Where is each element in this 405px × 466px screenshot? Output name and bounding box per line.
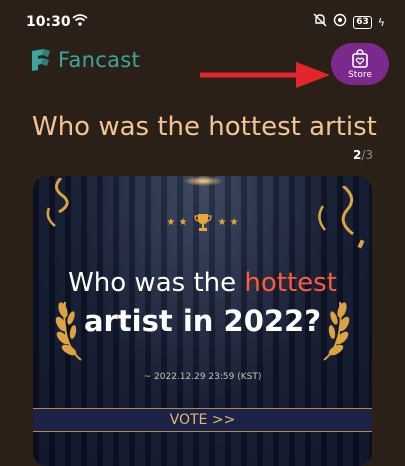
laurel-right-icon bbox=[323, 301, 350, 361]
data-saver-icon bbox=[333, 13, 347, 31]
status-icons: 63 ϟ bbox=[313, 13, 385, 31]
page-total: /3 bbox=[361, 148, 373, 162]
wifi-icon bbox=[72, 13, 88, 31]
trophy-row: ★ ★ ★ ★ bbox=[33, 212, 372, 232]
poll-banner-card[interactable]: ★ ★ ★ ★ Who was the hottest artist in 20… bbox=[33, 176, 372, 466]
mute-icon bbox=[313, 13, 327, 31]
battery-indicator: 63 bbox=[353, 15, 372, 29]
charging-icon: ϟ bbox=[377, 15, 385, 29]
fancast-logo-icon bbox=[32, 49, 50, 71]
star-icon: ★ ★ bbox=[217, 216, 239, 228]
shopping-bag-icon bbox=[352, 48, 368, 68]
store-button[interactable]: Store bbox=[331, 43, 389, 85]
page-indicator: 2/3 bbox=[353, 148, 373, 162]
store-label: Store bbox=[348, 69, 372, 80]
vote-button[interactable]: VOTE >> bbox=[33, 408, 372, 432]
star-icon: ★ ★ bbox=[166, 216, 188, 228]
status-time: 10:30 bbox=[26, 14, 71, 30]
status-bar: 10:30 63 ϟ bbox=[0, 0, 405, 44]
poll-title: Who was the hottest artist... bbox=[32, 112, 377, 142]
arrow-annotation bbox=[200, 62, 330, 88]
poll-deadline: ~ 2022.12.29 23:59 (KST) bbox=[143, 372, 262, 382]
spotlight bbox=[183, 176, 223, 186]
trophy-icon bbox=[193, 214, 212, 231]
app-logo[interactable]: Fancast bbox=[30, 48, 140, 72]
laurel-left-icon bbox=[55, 301, 82, 361]
headline-prefix: Who was the bbox=[68, 268, 245, 298]
logo-text: Fancast bbox=[58, 48, 141, 72]
